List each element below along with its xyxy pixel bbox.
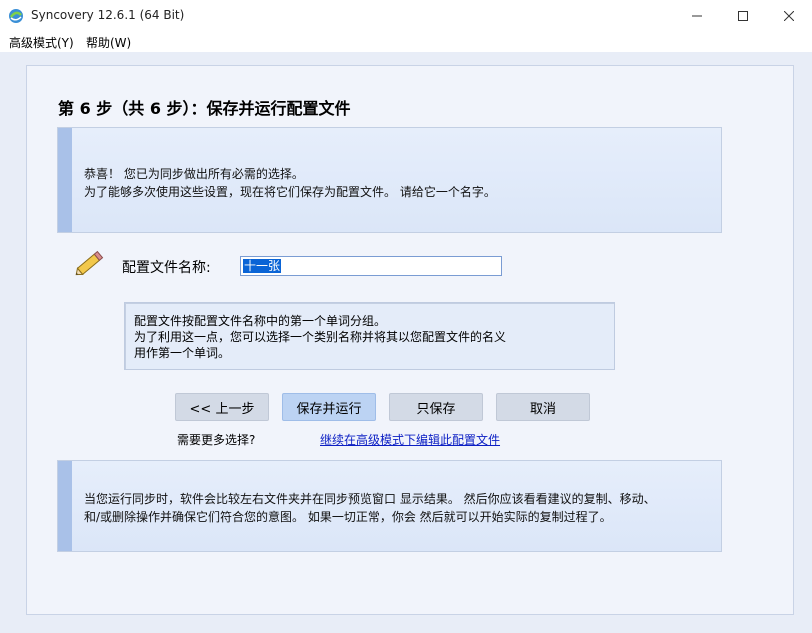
note-line-2: 为了利用这一点，您可以选择一个类别名称并将其以您配置文件的名义 <box>134 330 507 344</box>
maximize-icon <box>738 10 748 21</box>
grouping-note-text: 配置文件按配置文件名称中的第一个单词分组。 为了利用这一点，您可以选择一个类别名… <box>134 313 506 361</box>
syncovery-logo-icon <box>9 9 23 23</box>
info-line-2: 和/或删除操作并确保它们符合您的意图。 如果一切正常，你会 然后就可以开始实际的… <box>84 510 612 524</box>
panel-accent-bar <box>58 128 72 232</box>
close-icon <box>784 10 794 21</box>
more-options-label: 需要更多选择? <box>177 433 256 447</box>
info-line-1: 当您运行同步时，软件会比较左右文件夹并在同步预览窗口 显示结果。 然后你应该看看… <box>84 492 656 506</box>
save-and-run-button[interactable]: 保存并运行 <box>282 393 376 421</box>
profile-name-label: 配置文件名称: <box>122 260 211 276</box>
panel-accent-bar <box>58 461 72 551</box>
intro-line-2: 为了能够多次使用这些设置，现在将它们保存为配置文件。 请给它一个名字。 <box>84 185 496 199</box>
save-only-button[interactable]: 只保存 <box>389 393 483 421</box>
title-bar: Syncovery 12.6.1 (64 Bit) <box>0 0 812 32</box>
maximize-button[interactable] <box>720 0 766 31</box>
advanced-mode-link[interactable]: 继续在高级模式下编辑此配置文件 <box>320 431 500 448</box>
intro-text: 恭喜！ 您已为同步做出所有必需的选择。 为了能够多次使用这些设置，现在将它们保存… <box>84 165 496 201</box>
info-panel: 当您运行同步时，软件会比较左右文件夹并在同步预览窗口 显示结果。 然后你应该看看… <box>57 460 722 552</box>
note-line-3: 用作第一个单词。 <box>134 346 231 360</box>
cancel-button[interactable]: 取消 <box>496 393 590 421</box>
page-title: 第 6 步（共 6 步）：保存并运行配置文件 <box>58 99 351 118</box>
minimize-button[interactable] <box>674 0 720 31</box>
intro-panel: 恭喜！ 您已为同步做出所有必需的选择。 为了能够多次使用这些设置，现在将它们保存… <box>57 127 722 233</box>
window-title: Syncovery 12.6.1 (64 Bit) <box>31 8 185 22</box>
back-button[interactable]: << 上一步 <box>175 393 269 421</box>
minimize-icon <box>692 15 702 16</box>
profile-name-value: 十一张 <box>243 259 282 273</box>
pencil-icon <box>75 250 104 276</box>
note-line-1: 配置文件按配置文件名称中的第一个单词分组。 <box>134 314 387 328</box>
menu-bar: 高级模式(Y) 帮助(W) <box>0 31 812 52</box>
grouping-note: 配置文件按配置文件名称中的第一个单词分组。 为了利用这一点，您可以选择一个类别名… <box>124 302 615 370</box>
close-button[interactable] <box>766 0 812 31</box>
profile-name-input[interactable]: 十一张 <box>240 256 502 276</box>
menu-advanced-mode[interactable]: 高级模式(Y) <box>9 34 74 51</box>
intro-line-1: 恭喜！ 您已为同步做出所有必需的选择。 <box>84 167 304 181</box>
menu-help[interactable]: 帮助(W) <box>86 34 131 51</box>
info-text: 当您运行同步时，软件会比较左右文件夹并在同步预览窗口 显示结果。 然后你应该看看… <box>84 490 656 526</box>
